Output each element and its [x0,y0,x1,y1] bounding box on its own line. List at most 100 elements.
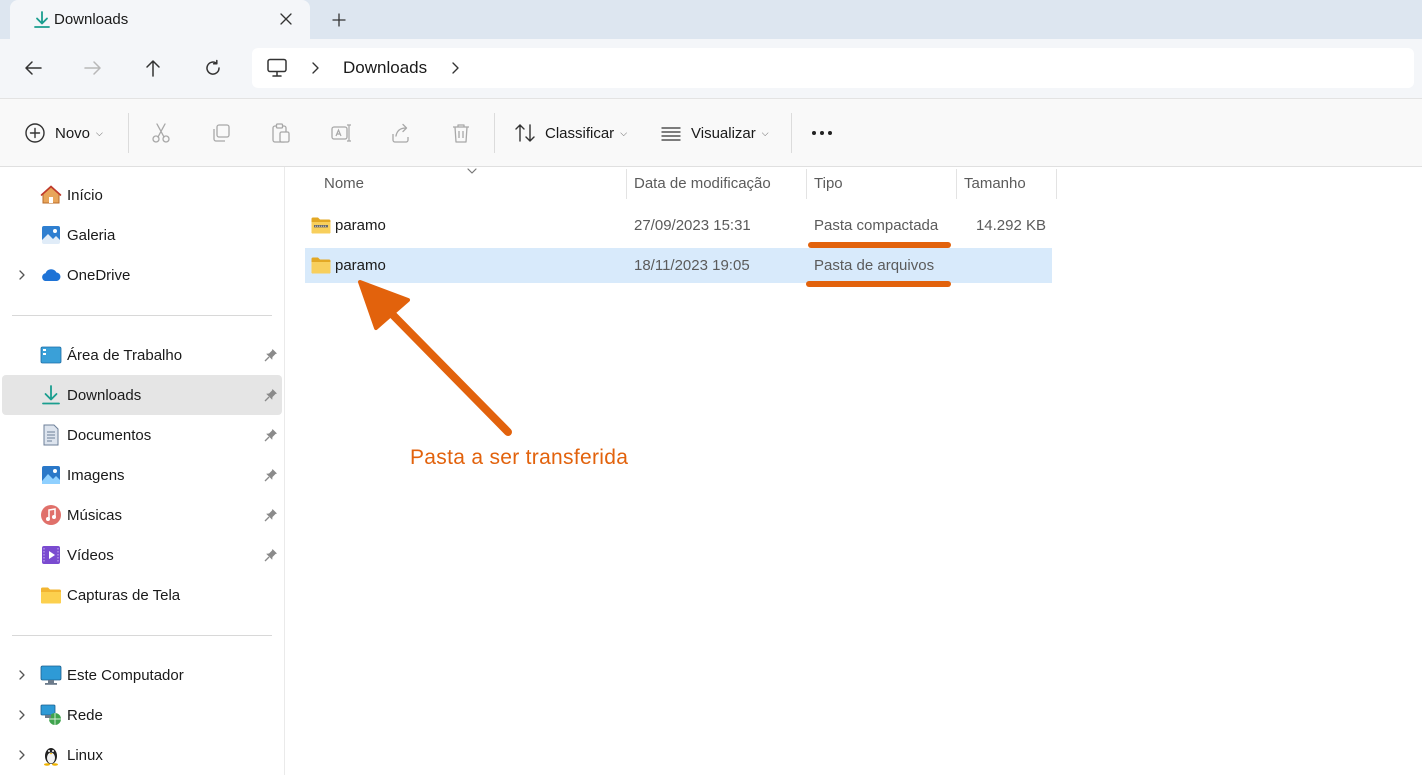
rename-button[interactable] [327,119,355,147]
sidebar-item-label: Início [67,186,103,204]
sidebar-item-documents[interactable]: Documentos [2,415,282,455]
download-icon [42,385,60,405]
file-list-pane: Nome Data de modificação Tipo Tamanho pa… [286,167,1422,775]
arrow-right-icon [84,61,101,75]
copy-button[interactable] [207,119,235,147]
scissors-icon [152,123,170,143]
column-header-date[interactable]: Data de modificação [634,167,804,199]
pin-icon[interactable] [264,508,278,522]
annotation-underline [808,242,951,248]
column-separator[interactable] [956,169,957,199]
file-row[interactable]: paramo 27/09/2023 15:31 Pasta compactada… [305,208,1052,243]
new-button[interactable]: Novo ⌵ [24,117,103,149]
file-type: Pasta compactada [814,217,939,234]
sidebar-item-gallery[interactable]: Galeria [2,215,282,255]
sidebar-item-label: Downloads [67,386,142,404]
column-separator[interactable] [1056,169,1057,199]
file-size: 14.292 KB [975,217,1046,234]
rename-icon [331,124,351,142]
tab-bar: Downloads [0,0,1422,39]
sidebar-item-label: Capturas de Tela [67,586,181,604]
file-date: 18/11/2023 19:05 [634,257,750,274]
sidebar-item-images[interactable]: Imagens [2,455,282,495]
sidebar-item-this-pc[interactable]: Este Computador [2,655,282,695]
new-tab-button[interactable] [326,7,352,33]
chevron-right-icon[interactable] [16,669,28,681]
sidebar-item-label: Rede [67,706,103,724]
new-button-label: Novo [55,124,91,142]
more-options-button[interactable] [810,117,834,149]
pin-icon[interactable] [264,428,278,442]
close-icon [280,13,292,25]
sidebar-item-music[interactable]: Músicas [2,495,282,535]
computer-icon[interactable] [266,58,288,78]
view-button[interactable]: Visualizar ⌵ [660,117,769,149]
image-icon [42,466,60,484]
pin-icon[interactable] [264,348,278,362]
sidebar-item-desktop[interactable]: Área de Trabalho [2,335,282,375]
sort-icon [515,124,535,142]
paste-button[interactable] [267,119,295,147]
chevron-right-icon[interactable] [16,269,28,281]
chevron-down-icon: ⌵ [761,127,769,138]
up-button[interactable] [136,53,170,83]
sidebar-item-home[interactable]: Início [2,175,282,215]
sidebar-item-onedrive[interactable]: OneDrive [2,255,282,295]
file-row[interactable]: paramo 18/11/2023 19:05 Pasta de arquivo… [305,248,1052,283]
close-tab-button[interactable] [274,7,298,31]
pin-icon[interactable] [264,548,278,562]
desktop-icon [40,346,62,364]
forward-button[interactable] [76,53,110,83]
sidebar-item-screenshots[interactable]: Capturas de Tela [2,575,282,615]
view-button-label: Visualizar [691,124,756,142]
arrow-left-icon [25,61,42,75]
breadcrumb-downloads[interactable]: Downloads [343,58,427,78]
sort-button[interactable]: Classificar ⌵ [514,117,627,149]
folder-icon [41,587,61,604]
refresh-button[interactable] [196,53,230,83]
cut-button[interactable] [147,119,175,147]
sidebar-divider [12,315,272,316]
file-date: 27/09/2023 15:31 [634,217,751,234]
sidebar-item-network[interactable]: Rede [2,695,282,735]
column-header-type[interactable]: Tipo [814,167,954,199]
chevron-right-icon[interactable] [16,749,28,761]
sidebar-item-label: Galeria [67,226,116,244]
sidebar-item-label: Músicas [67,506,123,524]
video-icon [42,546,60,564]
sidebar-item-videos[interactable]: Vídeos [2,535,282,575]
sidebar-item-downloads[interactable]: Downloads [2,375,282,415]
chevron-right-icon[interactable] [16,709,28,721]
pin-icon[interactable] [264,388,278,402]
toolbar-separator [494,113,495,153]
chevron-right-icon[interactable] [308,60,322,76]
back-button[interactable] [16,53,50,83]
chevron-down-icon: ⌵ [620,127,628,138]
chevron-right-icon[interactable] [448,60,462,76]
pin-icon[interactable] [264,468,278,482]
cloud-icon [42,269,61,281]
gallery-icon [42,226,60,244]
column-separator[interactable] [626,169,627,199]
column-header-size[interactable]: Tamanho [964,167,1054,199]
file-type: Pasta de arquivos [814,257,935,274]
sidebar-item-linux[interactable]: Linux [2,735,282,775]
delete-button[interactable] [447,119,475,147]
share-button[interactable] [387,119,415,147]
command-bar: Novo ⌵ Classificar ⌵ Visualizar ⌵ [0,99,1422,167]
share-icon [392,123,409,143]
column-header-name[interactable]: Nome [324,167,624,199]
tab-downloads[interactable]: Downloads [10,0,310,39]
sidebar-item-label: OneDrive [67,266,131,284]
sort-button-label: Classificar [545,124,615,142]
home-icon [40,185,62,204]
refresh-icon [206,59,220,75]
document-icon [43,424,59,446]
sidebar-item-label: Imagens [67,466,125,484]
plus-circle-icon [25,123,45,143]
column-header-label: Tamanho [964,174,1026,192]
copy-icon [213,124,230,142]
column-separator[interactable] [806,169,807,199]
address-bar[interactable]: Downloads [252,48,1414,88]
view-list-icon [661,127,681,141]
